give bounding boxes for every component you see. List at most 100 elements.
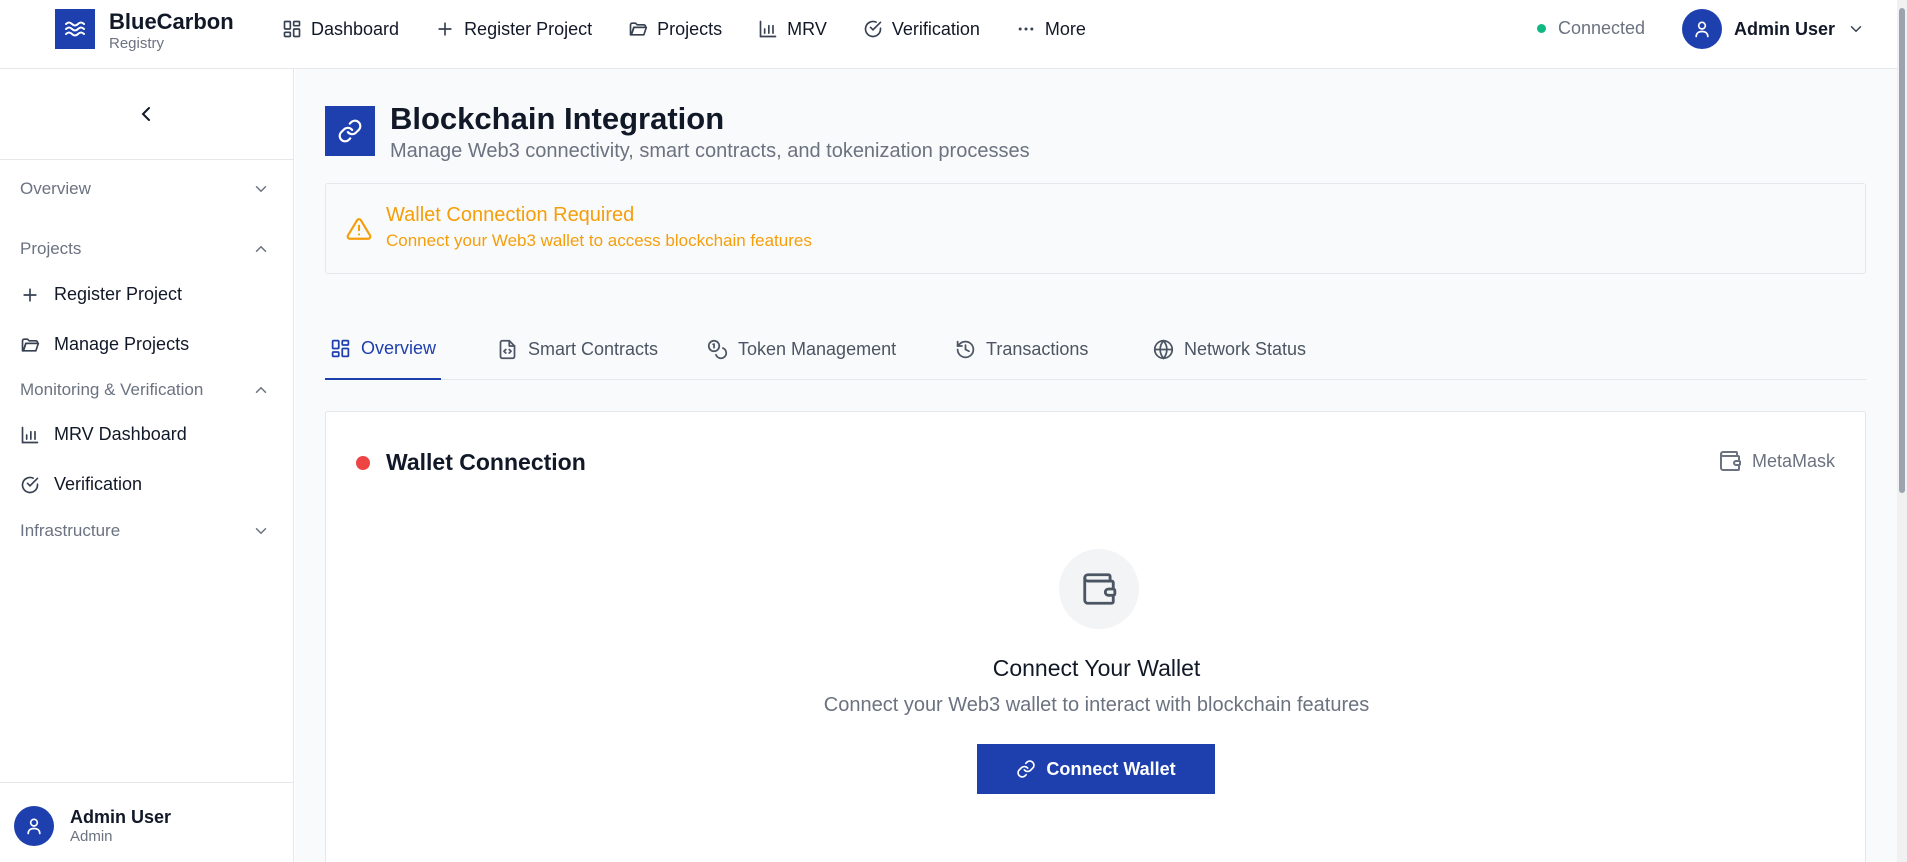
wallet-status-dot	[356, 456, 370, 470]
sidebar-user-name: Admin User	[70, 807, 172, 827]
tab-transactions[interactable]: Transactions	[950, 319, 1093, 380]
check-circle-icon	[864, 20, 882, 38]
folder-icon	[629, 22, 648, 36]
sidebar-footer-divider	[0, 782, 294, 783]
user-icon	[1695, 21, 1709, 38]
sidebar-item-mrv-dashboard[interactable]: MRV Dashboard	[20, 424, 187, 445]
alert-text: Connect your Web3 wallet to access block…	[386, 231, 812, 250]
alert-title: Wallet Connection Required	[386, 204, 635, 226]
waves-icon	[65, 21, 85, 37]
sidebar-section-projects[interactable]: Projects	[20, 239, 270, 259]
link-icon	[338, 119, 362, 143]
sidebar-item-register-project[interactable]: Register Project	[20, 284, 182, 305]
nav-verification[interactable]: Verification	[863, 19, 980, 40]
chevron-down-icon	[255, 528, 267, 535]
folder-icon	[21, 337, 40, 352]
globe-icon	[1153, 339, 1174, 360]
sidebar: Overview Projects Register Project Manag…	[0, 69, 294, 862]
tab-label: Transactions	[986, 339, 1089, 359]
connect-wallet-heading: Connect Your Wallet	[992, 655, 1201, 681]
page-scrollbar[interactable]	[1897, 0, 1907, 862]
brand[interactable]: BlueCarbon Registry	[109, 9, 234, 52]
connect-wallet-button-label: Connect Wallet	[1046, 758, 1176, 779]
bar-chart-icon	[21, 426, 39, 443]
wallet-provider-label: MetaMask	[1751, 450, 1835, 471]
check-circle-icon	[21, 476, 39, 493]
warning-icon	[346, 218, 372, 240]
sidebar-divider	[0, 159, 294, 160]
brand-subtitle: Registry	[109, 35, 165, 52]
history-icon	[956, 340, 975, 359]
dashboard-icon	[331, 339, 350, 358]
nav-mrv-label: MRV	[787, 18, 827, 39]
user-icon	[27, 818, 41, 835]
card-title: Wallet Connection	[386, 449, 586, 475]
page-title-icon	[325, 106, 375, 156]
nav-dashboard[interactable]: Dashboard	[282, 19, 399, 40]
sidebar-section-label: Projects	[20, 239, 82, 258]
wallet-connection-card: Wallet Connection MetaMask Connect Your …	[325, 411, 1866, 862]
connection-status-label: Connected	[1558, 18, 1646, 38]
wallet-provider: MetaMask	[1718, 449, 1835, 473]
user-name: Admin User	[1734, 18, 1836, 39]
sidebar-item-label: Verification	[54, 474, 143, 494]
tab-bar: Overview Smart Contracts Token Managemen…	[325, 319, 1866, 380]
sidebar-item-label: MRV Dashboard	[54, 424, 187, 444]
chevron-up-icon	[255, 245, 267, 252]
avatar	[1682, 9, 1722, 49]
sidebar-user-role: Admin	[70, 828, 113, 845]
scrollbar-thumb[interactable]	[1899, 8, 1905, 493]
sidebar-item-verification[interactable]: Verification	[20, 474, 142, 495]
sidebar-section-label: Infrastructure	[20, 521, 121, 540]
chevron-up-icon	[255, 386, 267, 393]
nav-more[interactable]: More	[1016, 19, 1086, 40]
chevron-down-icon	[255, 186, 267, 193]
main-content: Blockchain Integration Manage Web3 conne…	[295, 69, 1897, 862]
sidebar-collapse-button[interactable]	[134, 102, 158, 126]
sidebar-item-label: Manage Projects	[54, 334, 190, 354]
sidebar-item-label: Register Project	[54, 284, 183, 304]
chevron-left-icon	[141, 107, 150, 121]
wallet-illustration	[1059, 549, 1139, 629]
sidebar-item-manage-projects[interactable]: Manage Projects	[20, 334, 189, 355]
chevron-down-icon	[1850, 26, 1862, 33]
tab-network-status[interactable]: Network Status	[1148, 319, 1311, 380]
nav-projects[interactable]: Projects	[628, 19, 722, 40]
nav-projects-label: Projects	[657, 18, 723, 39]
page-subtitle: Manage Web3 connectivity, smart contract…	[390, 140, 1030, 162]
tab-token-management[interactable]: Token Management	[702, 319, 901, 380]
connection-status: Connected	[1537, 18, 1645, 39]
nav-register-project[interactable]: Register Project	[435, 19, 592, 40]
wallet-icon	[1719, 451, 1741, 471]
tab-label: Overview	[361, 338, 437, 358]
sidebar-section-label: Overview	[20, 179, 91, 198]
connect-wallet-button[interactable]: Connect Wallet	[977, 744, 1215, 794]
tab-label: Token Management	[738, 339, 897, 359]
main-nav: Dashboard Register Project Projects MRV …	[282, 14, 1122, 44]
plus-icon	[23, 287, 37, 302]
coins-icon	[707, 339, 728, 360]
nav-mrv[interactable]: MRV	[758, 19, 827, 40]
page-title: Blockchain Integration	[390, 101, 725, 136]
wallet-icon	[1083, 573, 1117, 605]
top-navigation-bar: BlueCarbon Registry Dashboard Register P…	[0, 0, 1897, 69]
more-icon	[1018, 27, 1034, 31]
nav-dashboard-label: Dashboard	[311, 18, 400, 39]
logo[interactable]	[55, 9, 95, 49]
sidebar-section-label: Monitoring & Verification	[20, 380, 204, 399]
sidebar-section-monitoring[interactable]: Monitoring & Verification	[20, 380, 270, 400]
tab-overview[interactable]: Overview	[325, 319, 442, 380]
tab-smart-contracts[interactable]: Smart Contracts	[492, 319, 663, 380]
link-icon	[1017, 760, 1036, 778]
connect-wallet-description: Connect your Web3 wallet to interact wit…	[823, 694, 1370, 716]
sidebar-user[interactable]: Admin User Admin	[14, 806, 171, 846]
plus-icon	[438, 22, 452, 36]
user-menu[interactable]: Admin User	[1682, 9, 1865, 49]
tab-label: Network Status	[1184, 339, 1307, 359]
wallet-alert: Wallet Connection Required Connect your …	[325, 183, 1866, 274]
tab-label: Smart Contracts	[528, 339, 659, 359]
sidebar-section-overview[interactable]: Overview	[20, 179, 270, 199]
nav-more-label: More	[1044, 18, 1086, 39]
sidebar-section-infrastructure[interactable]: Infrastructure	[20, 521, 270, 541]
brand-name: BlueCarbon	[109, 9, 234, 34]
